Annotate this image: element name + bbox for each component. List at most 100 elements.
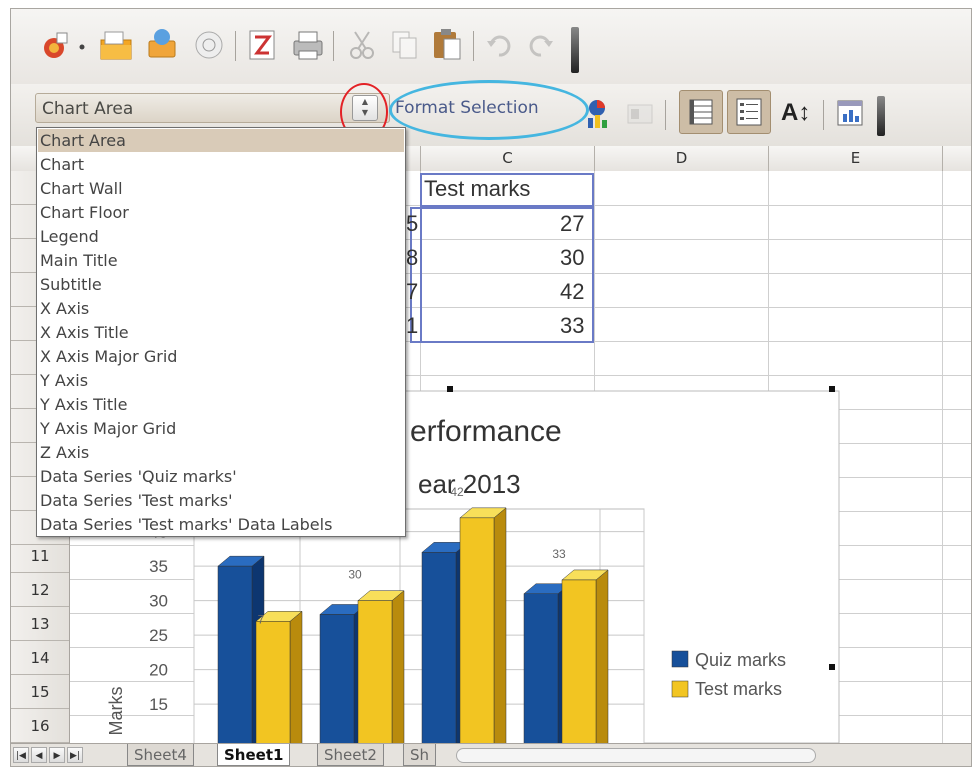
dropdown-item[interactable]: Chart Area <box>38 129 404 152</box>
dropdown-item[interactable]: Z Axis <box>38 441 404 464</box>
undo-icon[interactable] <box>485 31 515 61</box>
bar-quiz-marks <box>319 614 355 744</box>
bar-test-marks <box>255 621 291 744</box>
cell-c4[interactable]: 42 <box>560 279 584 305</box>
toolbar-separator <box>665 100 666 130</box>
dropdown-item[interactable]: Y Axis Major Grid <box>38 417 404 440</box>
next-sheet-button[interactable]: ▶ <box>49 747 65 763</box>
column-header-d[interactable]: D <box>595 146 769 171</box>
legend-toggle[interactable] <box>727 90 771 134</box>
previous-sheet-button[interactable]: ◀ <box>31 747 47 763</box>
toolbar-grip[interactable] <box>877 96 885 136</box>
horizontal-grids-toggle[interactable] <box>679 90 723 134</box>
dropdown-item[interactable]: Main Title <box>38 249 404 272</box>
horizontal-scrollbar[interactable] <box>456 748 816 763</box>
dropdown-item[interactable]: Data Series 'Quiz marks' <box>38 465 404 488</box>
chart-resize-handle[interactable] <box>829 386 835 392</box>
redo-icon[interactable] <box>525 31 555 61</box>
open-folder-icon[interactable] <box>99 29 132 60</box>
data-label: 33 <box>552 547 566 561</box>
chart-resize-handle[interactable] <box>447 386 453 392</box>
export-pdf-icon[interactable] <box>247 29 277 60</box>
save-icon[interactable] <box>145 27 176 58</box>
bar-test-marks <box>561 579 597 744</box>
data-label: 7 <box>258 612 265 626</box>
cut-icon[interactable] <box>347 29 377 59</box>
chart-element-select[interactable]: Chart Area <box>35 93 390 123</box>
sheet-tab-bar: |◀ ◀ ▶ ▶| Sheet4 Sheet1 Sheet2 Sh <box>11 743 971 766</box>
row-header-14[interactable]: 14 <box>11 641 69 675</box>
data-label: 30 <box>348 568 362 582</box>
row-header-12[interactable]: 12 <box>11 573 69 607</box>
y-tick-label: 35 <box>149 557 168 576</box>
copy-icon[interactable] <box>389 29 419 59</box>
dropdown-item[interactable]: Chart <box>38 153 404 176</box>
legend-label-test: Test marks <box>695 679 782 699</box>
column-header-c[interactable]: C <box>421 146 595 171</box>
bar-test-marks-side <box>493 507 507 744</box>
y-tick-label: 15 <box>149 695 168 714</box>
dropdown-item[interactable]: Data Series 'Test marks' Data Labels <box>38 513 404 536</box>
sheet-tab-sheet2[interactable]: Sheet2 <box>317 744 384 766</box>
cell-c2[interactable]: 27 <box>560 211 584 237</box>
row-header-13[interactable]: 13 <box>11 607 69 641</box>
legend-icon <box>736 98 762 126</box>
y-tick-label: 30 <box>149 592 168 611</box>
toolbar-separator <box>333 31 334 61</box>
new-document-icon[interactable] <box>41 31 71 61</box>
print-icon[interactable] <box>291 29 323 60</box>
scale-text-button[interactable]: A↕ <box>781 96 817 130</box>
bar-quiz-marks <box>523 593 559 744</box>
chart-subtitle: ear 2013 <box>418 469 521 499</box>
annotation-blue-ellipse <box>389 80 589 140</box>
sheet-tab-sh[interactable]: Sh <box>403 744 437 766</box>
chart-resize-handle[interactable] <box>829 664 835 670</box>
email-icon[interactable] <box>193 29 223 59</box>
sheet-tab-sheet1[interactable]: Sheet1 <box>217 744 291 766</box>
bar-quiz-marks <box>217 565 253 744</box>
toolbar-separator <box>235 31 236 61</box>
chart-element-dropdown-list[interactable]: Chart Area Chart Chart Wall Chart Floor Lege… <box>36 127 406 537</box>
column-header-e[interactable]: E <box>769 146 943 171</box>
sheet-tab-sheet4[interactable]: Sheet4 <box>127 744 194 766</box>
last-sheet-button[interactable]: ▶| <box>67 747 83 763</box>
cell-c5[interactable]: 33 <box>560 313 584 339</box>
cell-c3[interactable]: 30 <box>560 245 584 271</box>
dropdown-item[interactable]: Data Series 'Test marks' <box>38 489 404 512</box>
cell-b3[interactable]: 8 <box>406 245 418 271</box>
y-axis-title: Marks <box>106 687 126 736</box>
bar-test-marks-side <box>391 590 405 744</box>
cell-c1[interactable]: Test marks <box>424 176 530 202</box>
y-tick-label: 25 <box>149 626 168 645</box>
chart-data-table-icon[interactable] <box>625 100 655 130</box>
chart-title: erformance <box>410 415 562 448</box>
row-header-16[interactable]: 16 <box>11 709 69 743</box>
calc-window: A↕ Chart Area ▲ ▼ Format Selection C D E … <box>10 8 972 767</box>
chart-element-select-value: Chart Area <box>42 99 134 119</box>
dropdown-item[interactable]: Y Axis <box>38 369 404 392</box>
dropdown-item[interactable]: Legend <box>38 225 404 248</box>
horizontal-grids-icon <box>689 99 713 125</box>
row-header-11[interactable]: 11 <box>11 539 69 573</box>
dropdown-item[interactable]: X Axis <box>38 297 404 320</box>
row-header-15[interactable]: 15 <box>11 675 69 709</box>
cell-b4[interactable]: 7 <box>406 279 418 305</box>
dropdown-item[interactable]: X Axis Major Grid <box>38 345 404 368</box>
toolbar-grip[interactable] <box>571 27 579 73</box>
toolbar-separator <box>823 100 824 130</box>
cell-b2[interactable]: 5 <box>406 211 418 237</box>
autoformat-icon[interactable] <box>835 98 865 128</box>
dropdown-item[interactable]: X Axis Title <box>38 321 404 344</box>
paste-icon[interactable] <box>431 27 461 60</box>
dropdown-item[interactable]: Chart Floor <box>38 201 404 224</box>
bar-test-marks <box>459 517 495 744</box>
cell-b5[interactable]: 1 <box>406 313 418 339</box>
first-sheet-button[interactable]: |◀ <box>13 747 29 763</box>
bar-quiz-marks <box>421 552 457 744</box>
standard-toolbar <box>11 9 971 84</box>
dropdown-item[interactable]: Y Axis Title <box>38 393 404 416</box>
chevron-down-icon[interactable] <box>75 31 89 61</box>
dropdown-item[interactable]: Subtitle <box>38 273 404 296</box>
dropdown-item[interactable]: Chart Wall <box>38 177 404 200</box>
legend-swatch-test <box>671 680 689 698</box>
